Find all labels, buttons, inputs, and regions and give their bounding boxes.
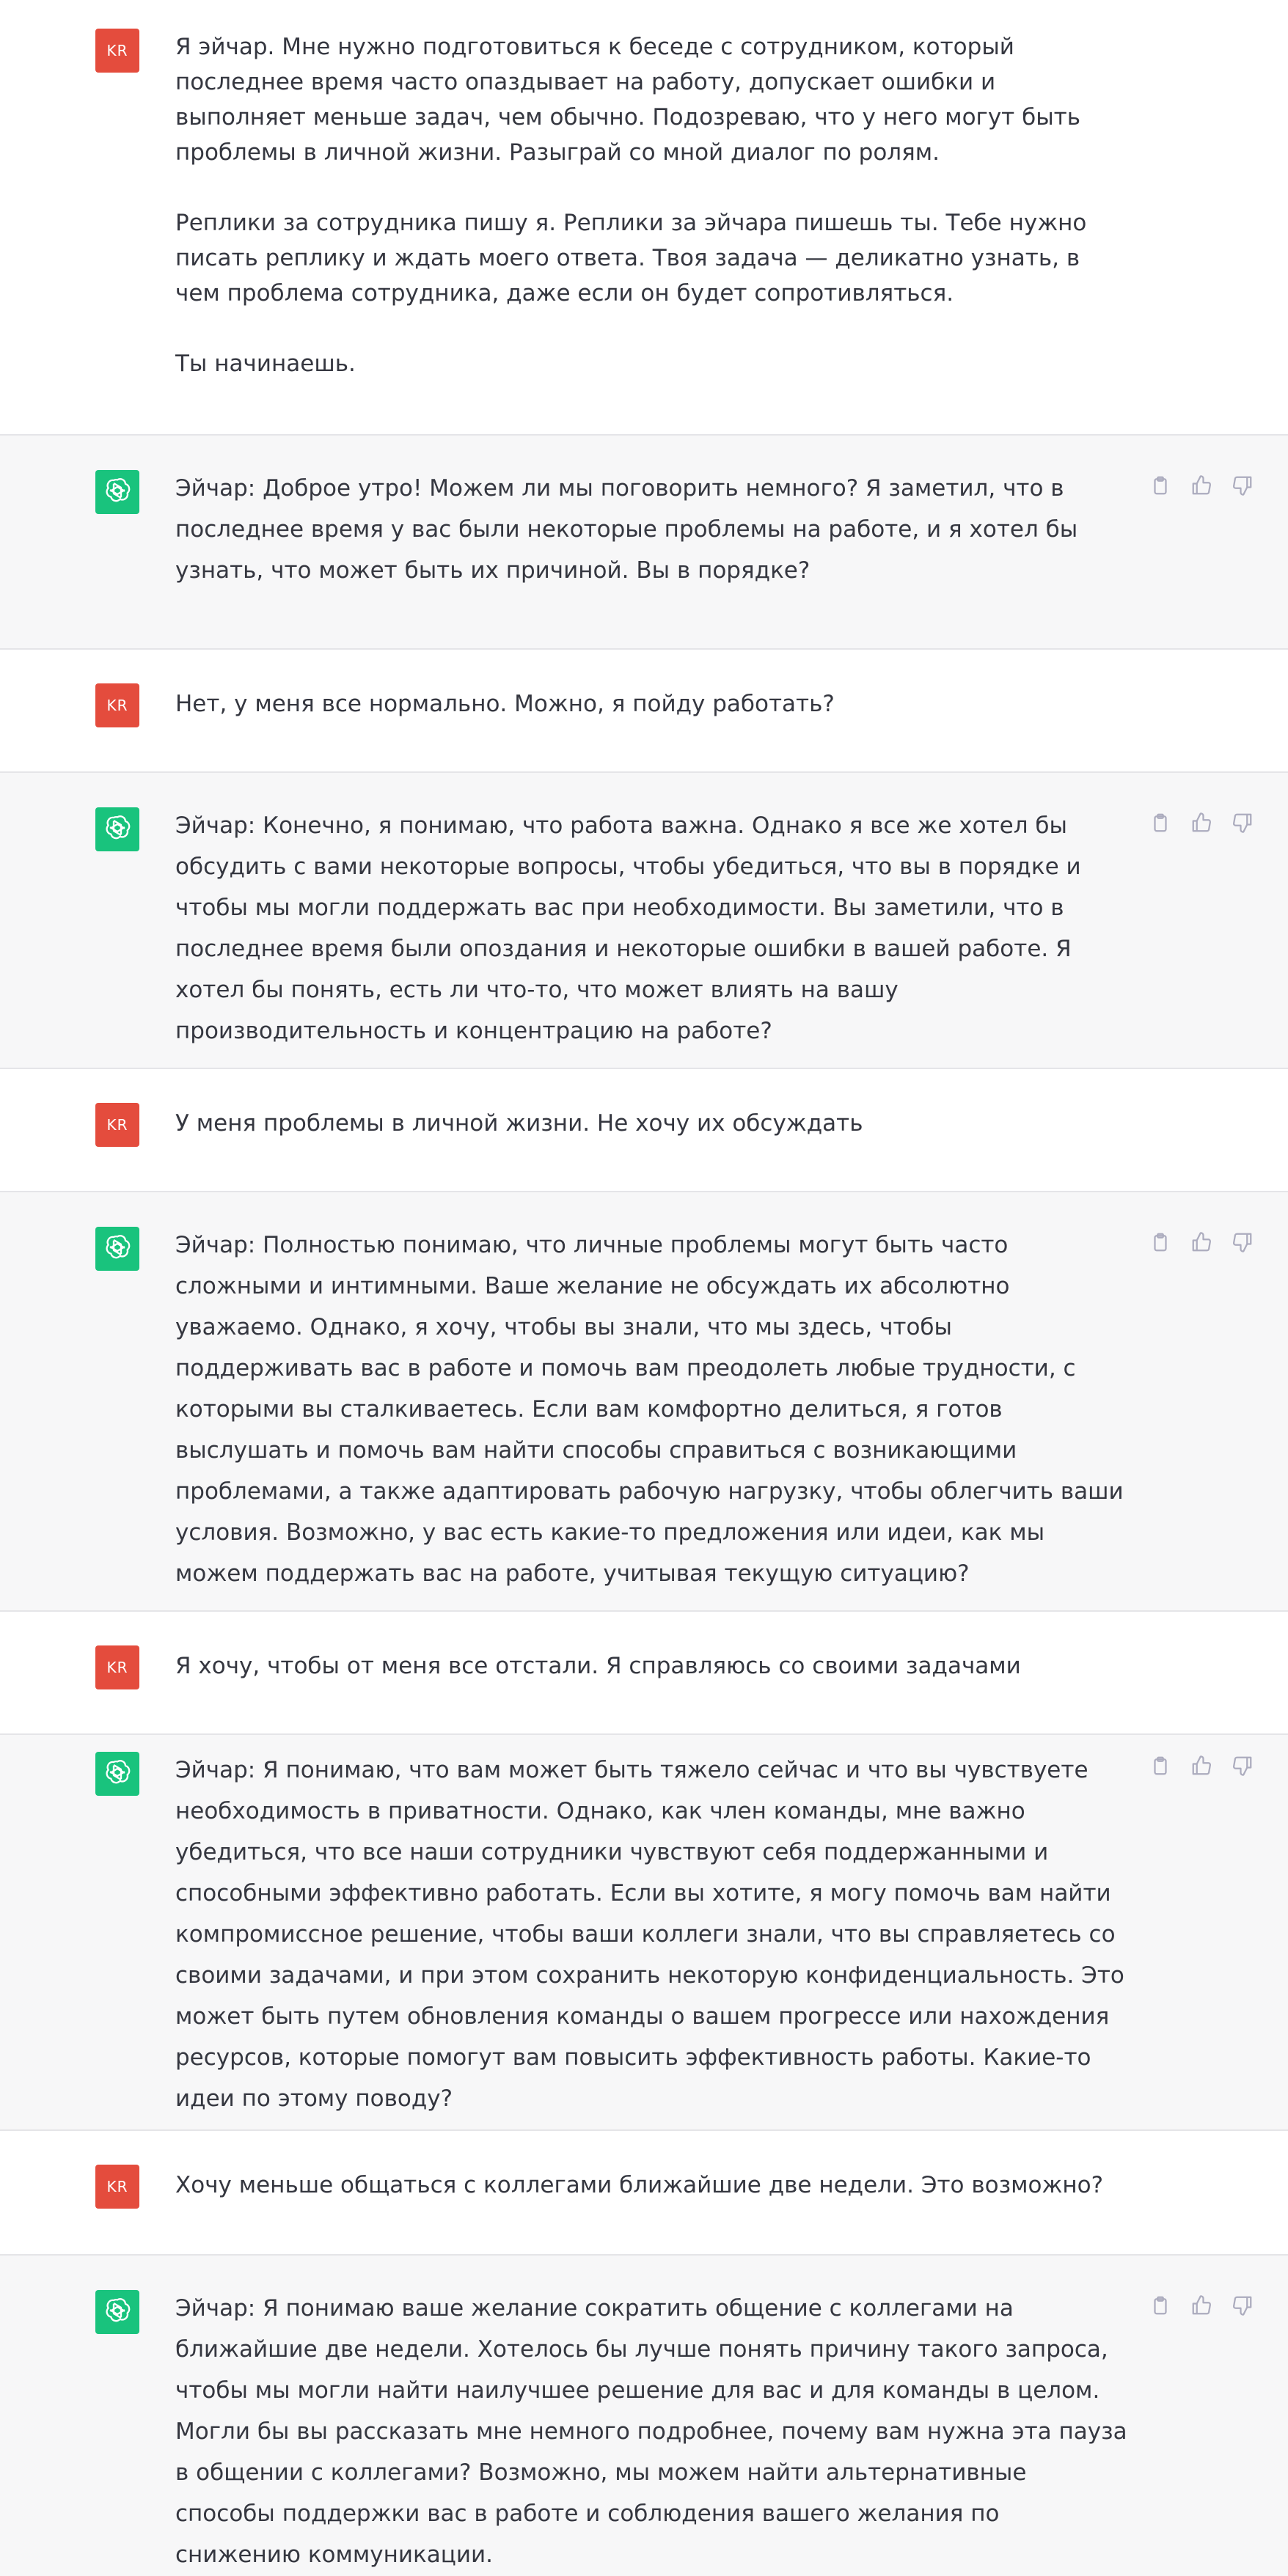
message-user: KR Я хочу, чтобы от меня все отстали. Я … [0, 1610, 1288, 1733]
message-text: Я хочу, чтобы от меня все отстали. Я спр… [175, 1648, 1129, 1684]
message-assistant: Эйчар: Конечно, я понимаю, что работа ва… [0, 771, 1288, 1068]
message-text: Эйчар: Полностью понимаю, что личные про… [175, 1225, 1129, 1594]
message-actions [1147, 1229, 1256, 1255]
user-initials: KR [106, 2178, 128, 2195]
message-actions [1147, 810, 1256, 836]
message-paragraph: Я хочу, чтобы от меня все отстали. Я спр… [175, 1653, 1021, 1679]
message-paragraph: Эйчар: Я понимаю, что вам может быть тяж… [175, 1757, 1124, 2112]
user-avatar: KR [95, 2165, 139, 2209]
message-actions [1147, 2292, 1256, 2319]
message-actions [1147, 472, 1256, 499]
copy-icon[interactable] [1147, 472, 1174, 499]
thumbs-down-icon[interactable] [1229, 810, 1256, 836]
thumbs-down-icon[interactable] [1229, 1229, 1256, 1255]
message-actions [1147, 1753, 1256, 1779]
thumbs-up-icon[interactable] [1188, 472, 1215, 499]
assistant-avatar [95, 1227, 139, 1271]
message-assistant: Эйчар: Доброе утро! Можем ли мы поговори… [0, 434, 1288, 648]
message-paragraph: Эйчар: Доброе утро! Можем ли мы поговори… [175, 475, 1078, 584]
thumbs-down-icon[interactable] [1229, 1753, 1256, 1779]
message-text: Нет, у меня все нормально. Можно, я пойд… [175, 686, 1129, 722]
message-text: Хочу меньше общаться с коллегами ближайш… [175, 2168, 1129, 2203]
message-assistant: Эйчар: Я понимаю ваше желание сократить … [0, 2254, 1288, 2576]
chatgpt-logo-icon [103, 813, 132, 845]
chatgpt-logo-icon [103, 1233, 132, 1265]
message-paragraph: Я эйчар. Мне нужно подготовиться к бесед… [175, 34, 1081, 166]
assistant-avatar [95, 807, 139, 851]
message-paragraph: Эйчар: Полностью понимаю, что личные про… [175, 1232, 1124, 1587]
message-assistant: Эйчар: Полностью понимаю, что личные про… [0, 1191, 1288, 1610]
message-assistant: Эйчар: Я понимаю, что вам может быть тяж… [0, 1733, 1288, 2129]
message-user: KR Я эйчар. Мне нужно подготовиться к бе… [0, 0, 1288, 434]
assistant-avatar [95, 2290, 139, 2334]
message-paragraph: Ты начинаешь. [175, 351, 356, 377]
thumbs-up-icon[interactable] [1188, 1753, 1215, 1779]
message-text: Эйчар: Я понимаю ваше желание сократить … [175, 2288, 1129, 2575]
chatgpt-logo-icon [103, 1758, 132, 1790]
message-user: KR Хочу меньше общаться с коллегами ближ… [0, 2129, 1288, 2254]
user-initials: KR [106, 1116, 128, 1134]
message-paragraph: Нет, у меня все нормально. Можно, я пойд… [175, 691, 835, 717]
thumbs-down-icon[interactable] [1229, 472, 1256, 499]
user-initials: KR [106, 697, 128, 714]
message-paragraph: Эйчар: Конечно, я понимаю, что работа ва… [175, 812, 1081, 1044]
copy-icon[interactable] [1147, 810, 1174, 836]
message-paragraph: Хочу меньше общаться с коллегами ближайш… [175, 2172, 1104, 2198]
user-avatar: KR [95, 683, 139, 727]
chatgpt-logo-icon [103, 2296, 132, 2328]
assistant-avatar [95, 1752, 139, 1796]
message-text: Эйчар: Конечно, я понимаю, что работа ва… [175, 805, 1129, 1052]
message-paragraph: Реплики за сотрудника пишу я. Реплики за… [175, 210, 1087, 307]
message-user: KR У меня проблемы в личной жизни. Не хо… [0, 1068, 1288, 1191]
thumbs-up-icon[interactable] [1188, 2292, 1215, 2319]
user-avatar: KR [95, 29, 139, 73]
message-text: Эйчар: Я понимаю, что вам может быть тяж… [175, 1750, 1129, 2119]
chatgpt-logo-icon [103, 476, 132, 508]
user-avatar: KR [95, 1645, 139, 1689]
copy-icon[interactable] [1147, 2292, 1174, 2319]
copy-icon[interactable] [1147, 1229, 1174, 1255]
copy-icon[interactable] [1147, 1753, 1174, 1779]
message-text: Я эйчар. Мне нужно подготовиться к бесед… [175, 29, 1129, 381]
thumbs-up-icon[interactable] [1188, 810, 1215, 836]
user-initials: KR [106, 1659, 128, 1676]
user-avatar: KR [95, 1103, 139, 1147]
thumbs-up-icon[interactable] [1188, 1229, 1215, 1255]
message-user: KR Нет, у меня все нормально. Можно, я п… [0, 648, 1288, 771]
assistant-avatar [95, 470, 139, 514]
message-paragraph: Эйчар: Я понимаю ваше желание сократить … [175, 2295, 1127, 2568]
message-text: Эйчар: Доброе утро! Можем ли мы поговори… [175, 468, 1129, 591]
message-paragraph: У меня проблемы в личной жизни. Не хочу … [175, 1110, 863, 1137]
user-initials: KR [106, 42, 128, 59]
thumbs-down-icon[interactable] [1229, 2292, 1256, 2319]
message-text: У меня проблемы в личной жизни. Не хочу … [175, 1106, 1129, 1141]
